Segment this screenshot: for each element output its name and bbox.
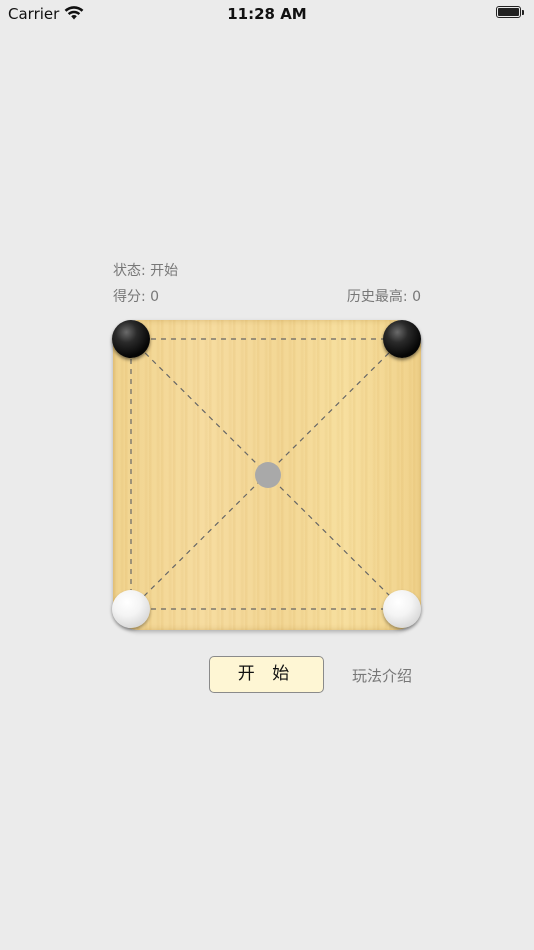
black-piece-top-right[interactable] [383,320,421,358]
empty-point-center[interactable] [255,462,281,488]
black-piece-top-left[interactable] [112,320,150,358]
score-label: 得分: 0 [113,289,160,305]
battery-icon [496,6,526,19]
rules-link[interactable]: 玩法介绍 [352,665,412,686]
white-piece-bottom-left[interactable] [112,590,150,628]
best-score-label: 历史最高: 0 [346,289,421,305]
start-button[interactable]: 开 始 [209,656,324,693]
clock: 11:28 AM [227,5,307,23]
game-status-label: 状态: 开始 [113,263,179,279]
game-board [112,320,421,630]
status-bar: Carrier 11:28 AM [0,0,534,28]
white-piece-bottom-right[interactable] [383,590,421,628]
